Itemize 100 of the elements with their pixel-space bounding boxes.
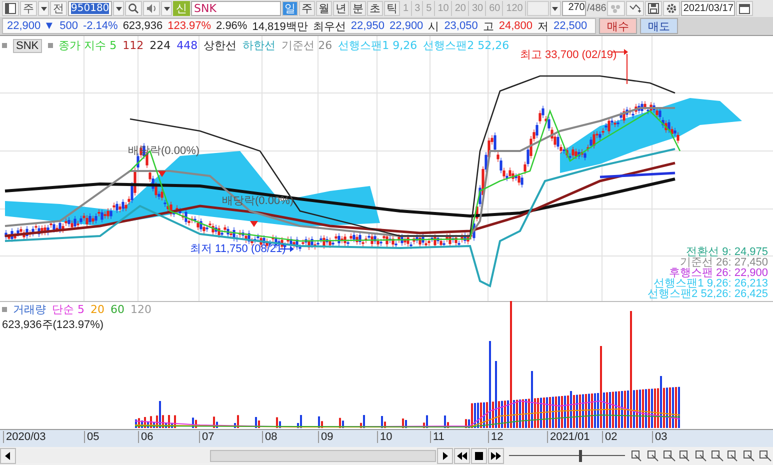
axis-label: 12 bbox=[488, 431, 504, 443]
zoom-slider[interactable] bbox=[509, 448, 625, 462]
legend-title[interactable]: SNK bbox=[13, 38, 42, 52]
down-arrow-icon bbox=[250, 221, 258, 227]
axis-label: 07 bbox=[199, 431, 214, 443]
caret-icon[interactable] bbox=[550, 1, 561, 16]
legend-item[interactable]: 60 bbox=[110, 303, 124, 316]
caret-icon[interactable] bbox=[38, 1, 49, 16]
indicator-value: 전환선 9: 24,975 bbox=[686, 246, 768, 258]
legend-item[interactable]: 224 bbox=[150, 39, 171, 52]
panel-icon[interactable] bbox=[2, 1, 19, 16]
chart-annotation: 최고 33,700 (02/19) bbox=[520, 49, 617, 61]
legend-item[interactable]: 단순 5 bbox=[52, 302, 84, 317]
axis-label: 05 bbox=[84, 431, 100, 443]
axis-label: 11 bbox=[430, 431, 444, 443]
quote-value: 22,500 bbox=[554, 20, 588, 32]
line-add-icon[interactable] bbox=[626, 1, 644, 16]
chart-tool-icon[interactable] bbox=[646, 448, 661, 463]
scrollbar-thumb[interactable] bbox=[210, 450, 436, 462]
axis-label: 06 bbox=[138, 431, 154, 443]
axis-label: 02 bbox=[602, 431, 618, 443]
total-count: /486 bbox=[586, 3, 606, 14]
stop-icon bbox=[475, 452, 483, 460]
period-tab[interactable]: 일 bbox=[282, 1, 298, 16]
dropdown-field[interactable] bbox=[526, 1, 549, 16]
order-button[interactable]: 매도 bbox=[640, 18, 678, 34]
caret-icon[interactable] bbox=[161, 1, 172, 16]
period-tab[interactable]: 초 bbox=[367, 1, 383, 16]
quote-value: 저 bbox=[538, 20, 548, 34]
chart-tool-icon[interactable] bbox=[662, 448, 677, 463]
new-tag: 신 bbox=[173, 1, 190, 16]
date-field[interactable]: 2021/03/17 bbox=[681, 1, 736, 16]
chart-tool-icon[interactable] bbox=[758, 448, 773, 463]
order-button[interactable]: 매수 bbox=[599, 18, 637, 34]
quote-value: 14,819백만 bbox=[252, 20, 308, 34]
volume-value: 623,936주(123.97%) bbox=[2, 318, 105, 332]
period-tab[interactable]: 주 bbox=[299, 1, 315, 16]
search-icon[interactable] bbox=[125, 1, 142, 16]
legend-marker-icon[interactable] bbox=[2, 307, 7, 312]
down-arrow-icon bbox=[158, 171, 166, 177]
right-arrow-icon bbox=[442, 452, 448, 460]
legend-item[interactable]: 120 bbox=[130, 303, 152, 316]
chart-tool-icon[interactable] bbox=[710, 448, 725, 463]
quote-value: 22,900 bbox=[390, 20, 424, 32]
axis-label: 03 bbox=[652, 431, 668, 443]
axis-label: 09 bbox=[318, 431, 334, 443]
quote-value: 22,900 ▼ bbox=[7, 20, 55, 32]
settings-icon[interactable] bbox=[663, 1, 680, 16]
period-tab[interactable]: 년 bbox=[333, 1, 349, 16]
count-field[interactable]: 270 bbox=[562, 1, 586, 16]
period-tab[interactable]: 틱 bbox=[384, 1, 400, 16]
chart-tool-icon[interactable] bbox=[742, 448, 757, 463]
scroll-right-button[interactable] bbox=[437, 448, 453, 464]
axis-label: 08 bbox=[262, 431, 278, 443]
legend-marker-icon[interactable] bbox=[2, 43, 7, 48]
type-selector[interactable]: 전 bbox=[50, 1, 67, 16]
legend-item[interactable]: 112 bbox=[122, 39, 144, 52]
legend-item[interactable]: 상한선 bbox=[204, 38, 237, 53]
axis-label: 2020/03 bbox=[3, 431, 46, 443]
quote-value: 최우선 bbox=[312, 20, 346, 34]
stop-button[interactable] bbox=[471, 448, 487, 464]
legend-item[interactable]: 기준선 26 bbox=[282, 38, 332, 53]
speaker-icon[interactable] bbox=[143, 1, 160, 16]
legend-item[interactable]: 하한선 bbox=[242, 38, 276, 53]
period-tab[interactable]: 분 bbox=[350, 1, 366, 16]
period-tab[interactable]: 월 bbox=[316, 1, 332, 16]
axis-label: 10 bbox=[377, 431, 392, 443]
stock-code-field[interactable]: 950180 bbox=[68, 1, 112, 16]
slider-thumb[interactable] bbox=[578, 450, 582, 462]
save-icon[interactable] bbox=[645, 1, 662, 16]
quote-value: 24,800 bbox=[498, 20, 532, 32]
caret-icon[interactable] bbox=[113, 1, 124, 16]
calendar-icon[interactable] bbox=[736, 1, 754, 16]
indicator-value: 선행스팬2 52,26: 26,425 bbox=[648, 288, 768, 300]
indicator-value: 선행스팬1 9,26: 26,213 bbox=[654, 278, 768, 290]
market-selector[interactable]: 주 bbox=[20, 1, 37, 16]
dots-icon[interactable] bbox=[607, 1, 626, 16]
quote-value: 2.96% bbox=[216, 20, 248, 32]
rewind-icon bbox=[457, 452, 467, 460]
axis-label: 2021/01 bbox=[547, 431, 590, 443]
quote-value: 23,050 bbox=[444, 20, 478, 32]
quote-value: -2.14% bbox=[82, 20, 118, 32]
fast-forward-icon bbox=[491, 452, 501, 460]
left-arrow-icon bbox=[5, 452, 11, 460]
quote-value: 123.97% bbox=[168, 20, 212, 32]
rewind-button[interactable] bbox=[454, 448, 470, 464]
legend-marker-icon[interactable] bbox=[48, 43, 53, 48]
fast-forward-button[interactable] bbox=[488, 448, 504, 464]
chart-tool-icon[interactable] bbox=[694, 448, 709, 463]
legend-item[interactable]: 거래량 bbox=[13, 302, 46, 317]
quote-value: 22,950 bbox=[350, 20, 385, 32]
quote-value: 500 bbox=[60, 20, 78, 32]
scroll-left-button[interactable] bbox=[0, 448, 16, 464]
quote-value: 시 bbox=[428, 20, 440, 34]
legend-item[interactable]: 448 bbox=[176, 39, 198, 52]
stock-name-field[interactable]: SNK bbox=[191, 1, 281, 16]
chart-annotation: 최저 11,750 (08/21) bbox=[190, 243, 286, 255]
quote-value: 고 bbox=[482, 20, 494, 34]
quote-value: 623,936 bbox=[122, 20, 163, 32]
indicator-value: 후행스팬 26: 22,900 bbox=[668, 267, 768, 279]
